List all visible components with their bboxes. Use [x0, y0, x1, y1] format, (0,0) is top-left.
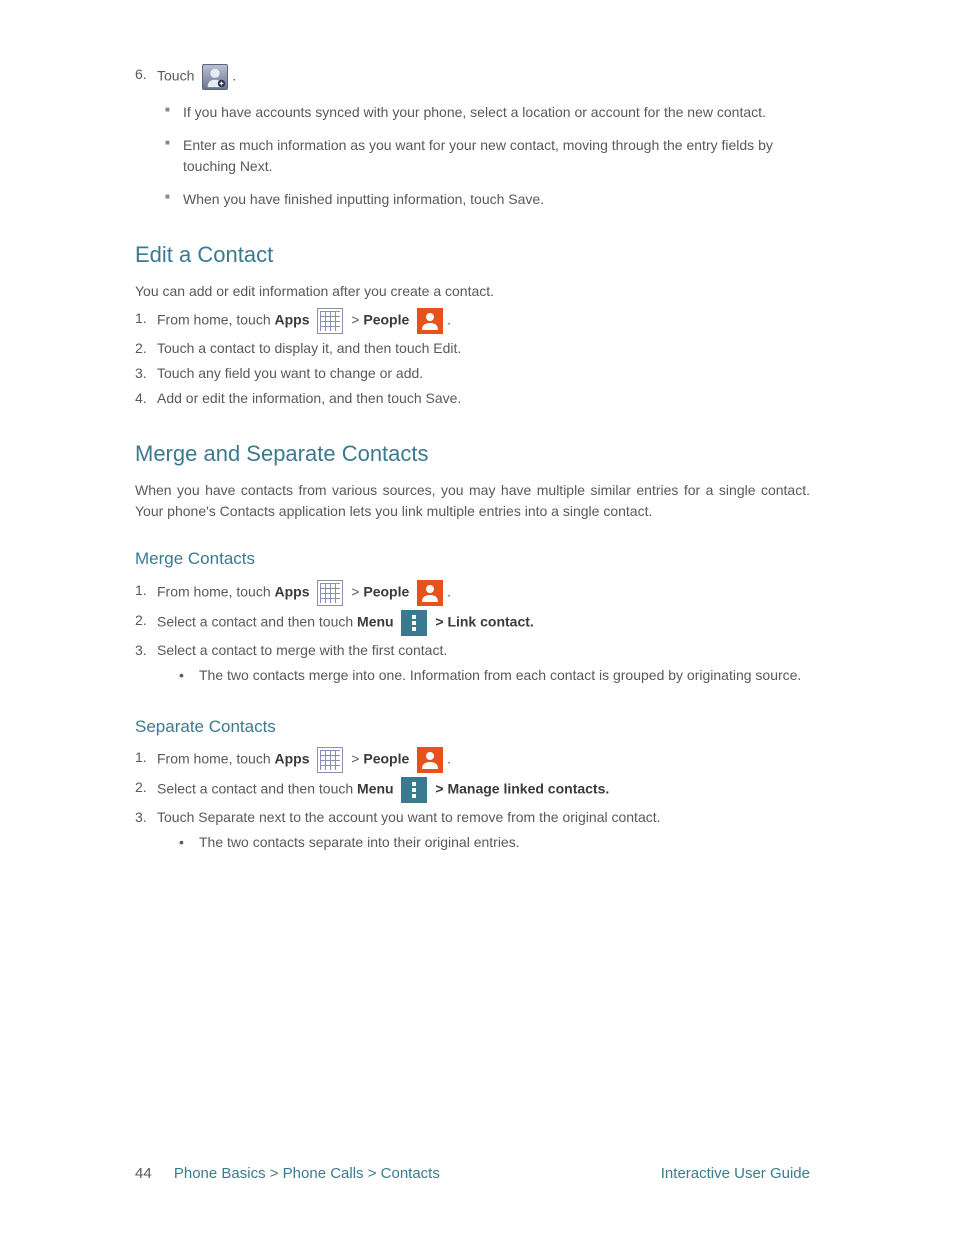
- step-text: Touch a contact to display it, and then …: [157, 338, 810, 359]
- step-number: 4.: [135, 388, 157, 409]
- subtext: The two contacts separate into their ori…: [199, 832, 810, 853]
- step-number: 1.: [135, 747, 157, 768]
- step-prefix: Touch: [157, 68, 198, 84]
- substep: • The two contacts separate into their o…: [179, 832, 810, 853]
- text: Select a contact and then touch: [157, 613, 357, 629]
- text: From: [157, 312, 190, 328]
- sep-step-2: 2. Select a contact and then touch Menu …: [135, 777, 810, 803]
- step-number: 2.: [135, 777, 157, 798]
- text: Select a contact and then touch: [157, 781, 357, 797]
- edit-contact-intro: You can add or edit information after yo…: [135, 281, 810, 302]
- people-label: People: [363, 312, 409, 328]
- page-footer: 44 Phone Basics > Phone Calls > Contacts…: [0, 1163, 850, 1186]
- heading-edit-contact: Edit a Contact: [135, 238, 810, 271]
- text: >: [351, 312, 363, 328]
- text: > Manage linked contacts.: [435, 781, 609, 797]
- apps-grid-icon: [317, 580, 343, 606]
- text: .: [447, 583, 451, 599]
- step-text: From home, touch Apps > People .: [157, 747, 810, 773]
- footer-right: Interactive User Guide: [661, 1163, 810, 1186]
- menu-label: Menu: [357, 613, 394, 629]
- step-text: From home, touch Apps > People .: [157, 308, 810, 334]
- apps-grid-icon: [317, 747, 343, 773]
- text: home, touch: [190, 583, 275, 599]
- edit-step-4: 4. Add or edit the information, and then…: [135, 388, 810, 409]
- people-label: People: [363, 751, 409, 767]
- text: Select a contact to merge with the first…: [157, 640, 810, 661]
- list-item: If you have accounts synced with your ph…: [165, 102, 810, 123]
- step-number: 6.: [135, 64, 157, 85]
- step-text: Touch Separate next to the account you w…: [157, 807, 810, 857]
- step-text: Add or edit the information, and then to…: [157, 388, 810, 409]
- subtext: The two contacts merge into one. Informa…: [199, 665, 810, 686]
- heading-merge-contacts: Merge Contacts: [135, 546, 810, 572]
- bullet-list: If you have accounts synced with your ph…: [165, 102, 810, 210]
- bullet: •: [179, 832, 199, 853]
- step-number: 3.: [135, 640, 157, 661]
- menu-icon: [401, 777, 427, 803]
- people-icon: [417, 308, 443, 334]
- menu-icon: [401, 610, 427, 636]
- step-number: 3.: [135, 807, 157, 828]
- step-suffix: .: [232, 68, 236, 84]
- apps-grid-icon: [317, 308, 343, 334]
- page-number: 44: [135, 1165, 152, 1182]
- new-contact-icon: [202, 64, 228, 90]
- heading-separate-contacts: Separate Contacts: [135, 714, 810, 740]
- text: Touch Separate next to the account you w…: [157, 807, 810, 828]
- apps-label: Apps: [275, 751, 310, 767]
- step-text: Select a contact to merge with the first…: [157, 640, 810, 690]
- step-number: 2.: [135, 338, 157, 359]
- step-number: 1.: [135, 308, 157, 329]
- heading-merge-separate: Merge and Separate Contacts: [135, 437, 810, 470]
- text: .: [447, 312, 451, 328]
- sep-step-3: 3. Touch Separate next to the account yo…: [135, 807, 810, 857]
- step-6: 6. Touch .: [135, 64, 810, 90]
- text: From: [157, 751, 190, 767]
- merge-step-3: 3. Select a contact to merge with the fi…: [135, 640, 810, 690]
- text: From: [157, 583, 190, 599]
- apps-label: Apps: [275, 583, 310, 599]
- step-text: From home, touch Apps > People .: [157, 580, 810, 606]
- merge-step-1: 1. From home, touch Apps > People .: [135, 580, 810, 606]
- merge-step-2: 2. Select a contact and then touch Menu …: [135, 610, 810, 636]
- text: .: [447, 751, 451, 767]
- step-text: Touch any field you want to change or ad…: [157, 363, 810, 384]
- step-number: 3.: [135, 363, 157, 384]
- edit-step-2: 2. Touch a contact to display it, and th…: [135, 338, 810, 359]
- menu-label: Menu: [357, 781, 394, 797]
- footer-left: 44 Phone Basics > Phone Calls > Contacts: [135, 1163, 440, 1186]
- substep: • The two contacts merge into one. Infor…: [179, 665, 810, 686]
- bullet: •: [179, 665, 199, 686]
- step-text: Touch .: [157, 64, 810, 90]
- step-text: Select a contact and then touch Menu > L…: [157, 610, 810, 636]
- breadcrumb: Phone Basics > Phone Calls > Contacts: [174, 1165, 440, 1182]
- step-number: 2.: [135, 610, 157, 631]
- sep-step-1: 1. From home, touch Apps > People .: [135, 747, 810, 773]
- edit-step-3: 3. Touch any field you want to change or…: [135, 363, 810, 384]
- list-item: When you have finished inputting informa…: [165, 189, 810, 210]
- merge-intro: When you have contacts from various sour…: [135, 480, 810, 522]
- text: > Link contact.: [435, 613, 533, 629]
- step-text: Select a contact and then touch Menu > M…: [157, 777, 810, 803]
- text: home, touch: [190, 312, 275, 328]
- text: >: [351, 751, 363, 767]
- step-number: 1.: [135, 580, 157, 601]
- people-icon: [417, 580, 443, 606]
- apps-label: Apps: [275, 312, 310, 328]
- text: >: [351, 583, 363, 599]
- text: home, touch: [190, 751, 275, 767]
- list-item: Enter as much information as you want fo…: [165, 135, 810, 177]
- edit-step-1: 1. From home, touch Apps > People .: [135, 308, 810, 334]
- people-icon: [417, 747, 443, 773]
- people-label: People: [363, 583, 409, 599]
